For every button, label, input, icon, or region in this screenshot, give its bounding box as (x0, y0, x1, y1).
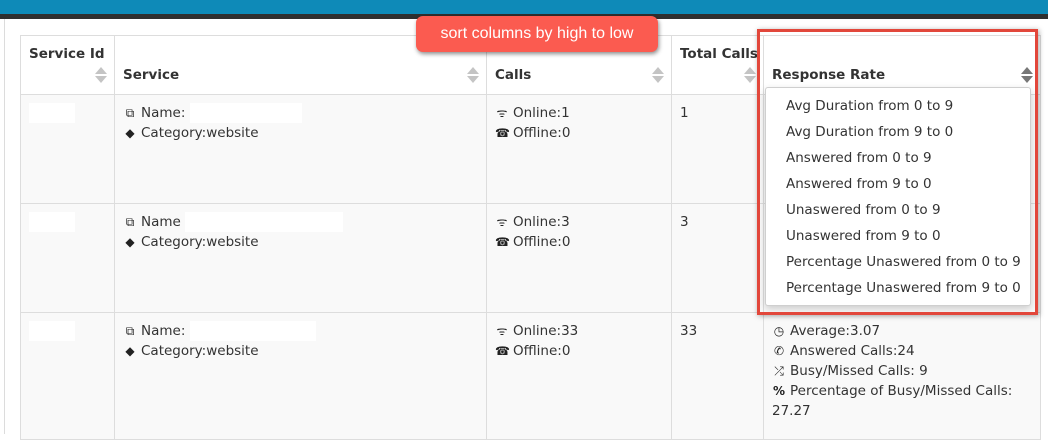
sort-option[interactable]: Percentage Unaswered from 9 to 0 (766, 275, 1030, 301)
wifi-icon: ᯤ (496, 324, 508, 338)
total-calls-value: 33 (680, 323, 698, 339)
copy-icon: ⧉ (125, 324, 135, 338)
redacted-id (29, 212, 75, 232)
sort-icon[interactable] (95, 67, 107, 83)
service-category: Category:website (141, 343, 259, 359)
response-answered: Answered Calls:24 (790, 343, 915, 359)
column-header-label: Calls (495, 67, 532, 83)
column-header-label: Service (123, 67, 180, 83)
clock-icon: ◷ (773, 324, 785, 338)
cell-service-id (20, 203, 115, 313)
service-name-label: Name: (141, 323, 186, 339)
shuffle-icon: ⤮ (774, 364, 784, 378)
cell-calls: ᯤ Online:33 ☎ Offline:0 (486, 312, 672, 440)
redacted-name (189, 321, 316, 341)
cell-response-rate: ◷ Average:3.07 ✆ Answered Calls:24 ⤮ Busy/M… (763, 312, 1041, 440)
copy-icon: ⧉ (125, 215, 135, 229)
cell-calls: ᯤ Online:1 ☎ Offline:0 (486, 94, 672, 204)
redacted-id (29, 103, 75, 123)
wifi-icon: ᯤ (496, 215, 508, 229)
redacted-id (29, 321, 75, 341)
cell-total-calls: 33 (671, 312, 764, 440)
calls-offline: Offline:0 (513, 343, 571, 359)
sort-dropdown-menu: Avg Duration from 0 to 9 Avg Duration fr… (765, 87, 1031, 306)
phone-square-icon: ☎ (495, 235, 510, 249)
column-header-total-calls[interactable]: Total Calls (671, 35, 764, 95)
phone-square-icon: ☎ (495, 126, 510, 140)
sort-option[interactable]: Avg Duration from 9 to 0 (766, 119, 1030, 145)
cell-total-calls: 3 (671, 203, 764, 313)
percent-icon: % (772, 384, 786, 398)
sort-option[interactable]: Unaswered from 9 to 0 (766, 223, 1030, 249)
sort-option[interactable]: Answered from 0 to 9 (766, 145, 1030, 171)
redacted-name (185, 212, 344, 232)
service-name-label: Name: (141, 105, 186, 121)
copy-icon: ⧉ (125, 106, 135, 120)
column-header-label: Total Calls (680, 46, 758, 62)
cell-calls: ᯤ Online:3 ☎ Offline:0 (486, 203, 672, 313)
top-bar (0, 0, 1048, 14)
tag-icon: ◆ (125, 344, 135, 358)
cell-service: ⧉ Name: ◆ Category:website (114, 312, 487, 440)
calls-online: Online:3 (513, 214, 570, 230)
calls-offline: Offline:0 (513, 234, 571, 250)
service-name-label: Name (141, 214, 181, 230)
column-header-label: Service Id (29, 46, 105, 62)
calls-offline: Offline:0 (513, 125, 571, 141)
response-average: Average:3.07 (790, 323, 881, 339)
tag-icon: ◆ (125, 235, 135, 249)
phone-square-icon: ☎ (495, 344, 510, 358)
calls-online: Online:33 (513, 323, 579, 339)
sort-option[interactable]: Answered from 9 to 0 (766, 171, 1030, 197)
tag-icon: ◆ (125, 126, 135, 140)
sort-option[interactable]: Percentage Unaswered from 0 to 9 (766, 249, 1030, 275)
column-header-service-id[interactable]: Service Id (20, 35, 115, 95)
table-row: ⧉ Name: ◆ Category:website ᯤ Online:33 ☎ Off… (20, 312, 1041, 440)
calls-online: Online:1 (513, 105, 570, 121)
redacted-name (189, 103, 302, 123)
phone-icon: ✆ (773, 344, 785, 358)
total-calls-value: 1 (680, 105, 689, 121)
cell-service: ⧉ Name: ◆ Category:website (114, 94, 487, 204)
wifi-icon: ᯤ (496, 106, 508, 120)
sort-option[interactable]: Avg Duration from 0 to 9 (766, 93, 1030, 119)
sort-icon[interactable] (652, 67, 664, 83)
column-header-label: Response Rate (772, 67, 886, 83)
cell-service-id (20, 94, 115, 204)
cell-service: ⧉ Name ◆ Category:website (114, 203, 487, 313)
service-category: Category:website (141, 234, 259, 250)
column-header-response-rate[interactable]: Response Rate (763, 35, 1041, 95)
service-category: Category:website (141, 125, 259, 141)
sort-icon[interactable] (467, 67, 479, 83)
annotation-callout: sort columns by high to low (416, 16, 658, 52)
sort-option[interactable]: Unaswered from 0 to 9 (766, 197, 1030, 223)
sort-icon[interactable] (744, 67, 756, 83)
sort-icon[interactable] (1021, 67, 1033, 83)
response-percentage: Percentage of Busy/Missed Calls: 27.27 (772, 383, 1013, 419)
response-busy: Busy/Missed Calls: 9 (790, 363, 928, 379)
cell-total-calls: 1 (671, 94, 764, 204)
total-calls-value: 3 (680, 214, 689, 230)
page-border (4, 19, 5, 434)
cell-service-id (20, 312, 115, 440)
